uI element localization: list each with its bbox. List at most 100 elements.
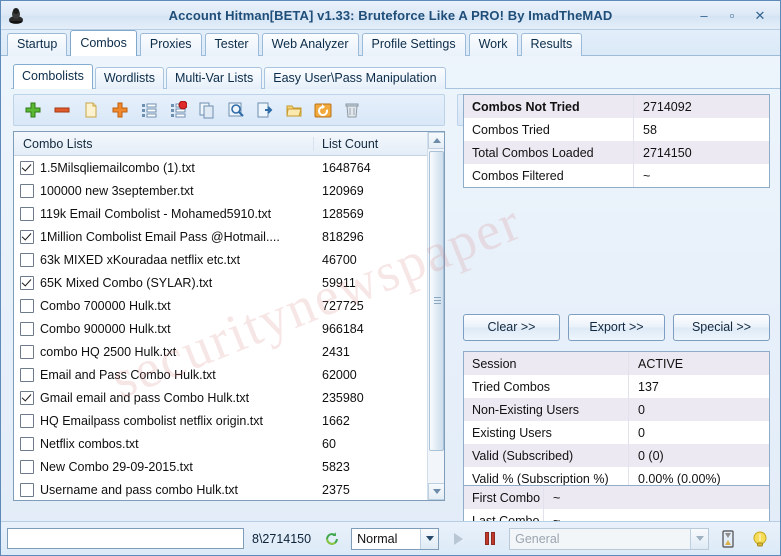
combo-name: Gmail email and pass Combo Hulk.txt — [40, 390, 250, 405]
session-value: ACTIVE — [638, 356, 684, 371]
session-label: Valid (Subscribed) — [464, 444, 629, 467]
combo-name: Email and Pass Combo Hulk.txt — [40, 367, 216, 382]
close-icon[interactable]: ✕ — [752, 7, 768, 23]
tab-proxies[interactable]: Proxies — [139, 33, 202, 56]
column-header-combo-lists[interactable]: Combo Lists — [14, 136, 314, 151]
profile-placeholder: General — [515, 531, 560, 546]
row-checkbox[interactable] — [20, 183, 34, 198]
table-row[interactable]: Combo 700000 Hulk.txt 727725 — [14, 294, 444, 317]
new-file-icon[interactable] — [78, 97, 104, 123]
session-label: Non-Existing Users — [464, 398, 629, 421]
combo-name: Username and pass combo Hulk.txt — [40, 482, 239, 497]
row-checkbox[interactable] — [20, 160, 34, 175]
table-row[interactable]: Combo 900000 Hulk.txt 966184 — [14, 317, 444, 340]
tab-combos[interactable]: Combos — [70, 30, 137, 56]
row-checkbox[interactable] — [20, 298, 34, 313]
scroll-down-icon[interactable] — [428, 483, 444, 500]
table-row[interactable]: New Combo 29-09-2015.txt 5823 — [14, 455, 444, 478]
row-checkbox[interactable] — [20, 436, 34, 451]
range-label: First Combo — [464, 486, 544, 509]
row-checkbox[interactable] — [20, 367, 34, 382]
subtab-combolists[interactable]: Combolists — [13, 64, 93, 89]
session-value: 137 — [638, 379, 659, 394]
list-icon[interactable] — [136, 97, 162, 123]
open-folder-icon[interactable] — [281, 97, 307, 123]
table-row[interactable]: HQ Emailpass combolist netflix origin.tx… — [14, 409, 444, 432]
export-file-icon[interactable] — [252, 97, 278, 123]
scroll-up-icon[interactable] — [428, 132, 444, 149]
session-value: 0 — [638, 425, 645, 440]
remove-icon[interactable] — [49, 97, 75, 123]
row-checkbox[interactable] — [20, 344, 34, 359]
tab-web-analyzer[interactable]: Web Analyzer — [261, 33, 359, 56]
subtab-wordlists[interactable]: Wordlists — [94, 67, 164, 89]
combo-name: 1.5Milsqliemailcombo (1).txt — [40, 160, 195, 175]
table-row[interactable]: 1Million Combolist Email Pass @Hotmail..… — [14, 225, 444, 248]
row-checkbox[interactable] — [20, 252, 34, 267]
table-row[interactable]: combo HQ 2500 Hulk.txt 2431 — [14, 340, 444, 363]
row-checkbox[interactable] — [20, 229, 34, 244]
refresh-icon[interactable] — [319, 526, 345, 552]
table-row[interactable]: 119k Email Combolist - Mohamed5910.txt 12… — [14, 202, 444, 225]
row-checkbox[interactable] — [20, 275, 34, 290]
tab-profile-settings[interactable]: Profile Settings — [361, 33, 466, 56]
row-checkbox[interactable] — [20, 321, 34, 336]
chevron-down-icon[interactable] — [690, 528, 709, 549]
action-button-row: Clear >> Export >> Special >> — [463, 314, 770, 342]
profile-select[interactable]: General — [509, 527, 710, 550]
row-checkbox[interactable] — [20, 206, 34, 221]
table-row[interactable]: 1.5Milsqliemailcombo (1).txt 1648764 — [14, 156, 444, 179]
subtab-multi-var-lists[interactable]: Multi-Var Lists — [166, 67, 263, 89]
row-checkbox[interactable] — [20, 459, 34, 474]
combo-count: 966184 — [322, 321, 364, 336]
maximize-icon[interactable]: ▫ — [724, 7, 740, 23]
table-row[interactable]: 100000 new 3september.txt 120969 — [14, 179, 444, 202]
row-checkbox[interactable] — [20, 390, 34, 405]
refresh-folder-icon[interactable] — [310, 97, 336, 123]
speed-select[interactable]: Normal — [351, 527, 440, 550]
play-icon[interactable] — [445, 526, 471, 552]
hourglass-icon[interactable] — [715, 526, 741, 552]
tab-results[interactable]: Results — [520, 33, 583, 56]
tab-work[interactable]: Work — [468, 33, 518, 56]
special-button[interactable]: Special >> — [673, 314, 770, 341]
add-plus-orange-icon[interactable] — [107, 97, 133, 123]
pause-icon[interactable] — [477, 526, 503, 552]
table-row[interactable]: Email and Pass Combo Hulk.txt 62000 — [14, 363, 444, 386]
row-checkbox[interactable] — [20, 413, 34, 428]
status-bar: 8\2714150 Normal General — [1, 521, 780, 555]
application-window: Account Hitman[BETA] v1.33: Bruteforce L… — [0, 0, 781, 556]
list-vertical-scrollbar[interactable] — [427, 132, 444, 500]
subtab-easy-user-pass-manipulation[interactable]: Easy User\Pass Manipulation — [264, 67, 446, 89]
chevron-down-icon[interactable] — [420, 528, 439, 549]
row-checkbox[interactable] — [20, 482, 34, 497]
stat-label: Total Combos Loaded — [464, 141, 634, 164]
session-label: Tried Combos — [464, 375, 629, 398]
add-icon[interactable] — [20, 97, 46, 123]
combo-count: 1662 — [322, 413, 350, 428]
window-controls: – ▫ ✕ — [696, 7, 780, 23]
search-magnifier-icon[interactable] — [223, 97, 249, 123]
table-row[interactable]: 65K Mixed Combo (SYLAR).txt 59911 — [14, 271, 444, 294]
combo-list-table[interactable]: Combo Lists List Count 1.5Milsqliemailco… — [13, 131, 445, 501]
table-row[interactable]: Gmail email and pass Combo Hulk.txt 23598… — [14, 386, 444, 409]
stat-row-combos-filtered: Combos Filtered ~ — [464, 164, 769, 187]
combo-count: 235980 — [322, 390, 364, 405]
trash-icon[interactable] — [339, 97, 365, 123]
scrollbar-thumb[interactable] — [429, 151, 444, 451]
table-row[interactable]: Username and pass combo Hulk.txt 2375 — [14, 478, 444, 500]
clear-button[interactable]: Clear >> — [463, 314, 560, 341]
tab-tester[interactable]: Tester — [204, 33, 259, 56]
table-row[interactable]: 63k MIXED xKouradaa netflix etc.txt 46700 — [14, 248, 444, 271]
lightbulb-icon[interactable] — [747, 526, 773, 552]
list-alert-icon[interactable] — [165, 97, 191, 123]
status-text-input[interactable] — [7, 528, 244, 549]
minimize-icon[interactable]: – — [696, 7, 712, 23]
table-row[interactable]: Netflix combos.txt 60 — [14, 432, 444, 455]
column-header-list-count[interactable]: List Count — [314, 137, 444, 151]
copy-icon[interactable] — [194, 97, 220, 123]
export-button[interactable]: Export >> — [568, 314, 665, 341]
combo-count: 727725 — [322, 298, 364, 313]
range-value: ~ — [553, 490, 561, 505]
tab-startup[interactable]: Startup — [7, 33, 68, 56]
